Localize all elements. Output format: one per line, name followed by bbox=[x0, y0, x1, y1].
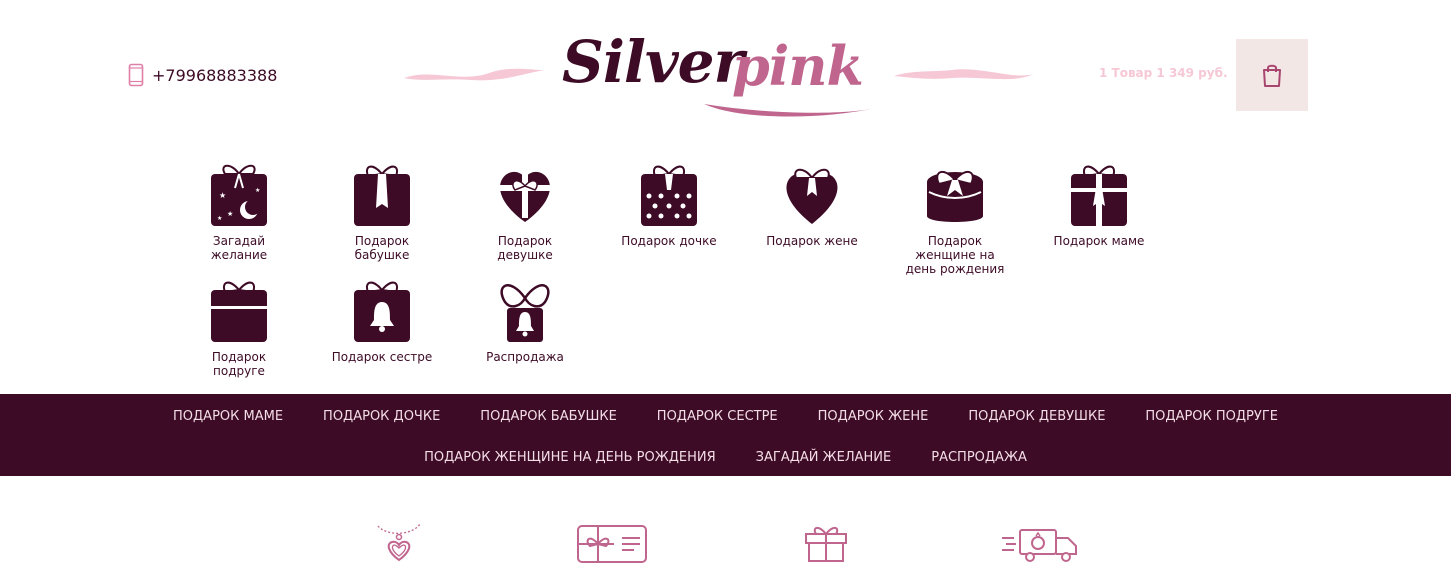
category-label: Подарок дочке bbox=[621, 234, 717, 248]
delivery-truck-icon bbox=[1002, 529, 1077, 562]
shopping-bag-icon bbox=[1263, 64, 1281, 87]
nav-item-grandma[interactable]: ПОДАРОК БАБУШКЕ bbox=[480, 409, 617, 424]
nav-item-sister[interactable]: ПОДАРОК СЕСТРЕ bbox=[657, 409, 778, 424]
logo-underline-flourish bbox=[704, 104, 876, 117]
cart-summary[interactable]: 1 Товар 1 349 руб. bbox=[1099, 66, 1228, 80]
plain-gift-box-icon bbox=[211, 281, 267, 342]
heart-bow-icon bbox=[786, 168, 838, 224]
nav-item-daughter[interactable]: ПОДАРОК ДОЧКЕ bbox=[323, 409, 440, 424]
category-daughter[interactable]: Подарок дочке bbox=[604, 160, 734, 248]
svg-text:★: ★ bbox=[219, 191, 226, 200]
category-label: Подарок подруге bbox=[211, 350, 267, 378]
gift-box-ribbon-icon bbox=[1071, 165, 1127, 226]
heart-gift-box-icon bbox=[497, 171, 553, 222]
category-wife[interactable]: Подарок жене bbox=[747, 160, 877, 248]
category-label: Подарок женщине на день рождения bbox=[905, 234, 1005, 276]
category-label: Распродажа bbox=[486, 350, 564, 364]
sale-gift-bell-icon bbox=[500, 284, 550, 342]
nav-item-woman-birthday[interactable]: ПОДАРОК ЖЕНЩИНЕ НА ДЕНЬ РОЖДЕНИЯ bbox=[424, 450, 716, 465]
svg-text:★: ★ bbox=[227, 210, 233, 218]
round-gift-box-icon bbox=[927, 170, 983, 222]
phone-number[interactable]: +79968883388 bbox=[152, 66, 277, 85]
gift-box-bell-icon bbox=[354, 281, 410, 342]
category-wish[interactable]: ★ ★ ★ ★ Загадай желание bbox=[174, 160, 304, 262]
nav-item-wife[interactable]: ПОДАРОК ЖЕНЕ bbox=[818, 409, 929, 424]
right-swoosh-decoration bbox=[894, 69, 1034, 80]
category-label: Подарок жене bbox=[766, 234, 858, 248]
heart-pendant-icon bbox=[377, 523, 421, 562]
category-grandma[interactable]: Подарок бабушке bbox=[317, 160, 447, 262]
svg-text:★: ★ bbox=[217, 215, 222, 222]
nav-item-mom[interactable]: ПОДАРОК МАМЕ bbox=[173, 409, 283, 424]
category-mom[interactable]: Подарок маме bbox=[1034, 160, 1164, 248]
category-friend[interactable]: Подарок подруге bbox=[174, 276, 304, 378]
category-label: Подарок девушке bbox=[497, 234, 553, 262]
phone-icon bbox=[128, 63, 144, 87]
left-swoosh-decoration bbox=[404, 68, 544, 81]
category-sister[interactable]: Подарок сестре bbox=[317, 276, 447, 364]
nav-item-friend[interactable]: ПОДАРОК ПОДРУГЕ bbox=[1145, 409, 1278, 424]
category-label: Подарок маме bbox=[1053, 234, 1145, 248]
logo-text-silver: Silver bbox=[562, 28, 744, 96]
nav-row: ПОДАРОК МАМЕ ПОДАРОК ДОЧКЕ ПОДАРОК БАБУШ… bbox=[0, 409, 1451, 424]
phone-contact[interactable]: +79968883388 bbox=[128, 63, 277, 87]
site-logo[interactable]: Silver pink bbox=[400, 24, 1040, 124]
logo-text-pink: pink bbox=[732, 34, 864, 98]
gift-box-stars-moon-icon: ★ ★ ★ ★ bbox=[211, 164, 267, 226]
cart-button[interactable] bbox=[1236, 39, 1308, 111]
svg-text:★: ★ bbox=[255, 187, 260, 194]
category-label: Подарок сестре bbox=[331, 350, 433, 364]
category-woman-birthday[interactable]: Подарок женщине на день рождения bbox=[890, 160, 1020, 276]
category-girlfriend[interactable]: Подарок девушке bbox=[460, 160, 590, 262]
category-label: Загадай желание bbox=[210, 234, 268, 262]
category-label: Подарок бабушке bbox=[354, 234, 410, 262]
nav-item-wish[interactable]: ЗАГАДАЙ ЖЕЛАНИЕ bbox=[756, 450, 892, 465]
gift-box-bow-icon bbox=[354, 165, 410, 226]
nav-item-sale[interactable]: РАСПРОДАЖА bbox=[931, 450, 1027, 465]
nav-row: ПОДАРОК ЖЕНЩИНЕ НА ДЕНЬ РОЖДЕНИЯ ЗАГАДАЙ… bbox=[0, 450, 1451, 465]
gift-card-icon bbox=[577, 525, 647, 563]
main-navigation: ПОДАРОК МАМЕ ПОДАРОК ДОЧКЕ ПОДАРОК БАБУШ… bbox=[0, 394, 1451, 476]
nav-item-girlfriend[interactable]: ПОДАРОК ДЕВУШКЕ bbox=[968, 409, 1105, 424]
polka-dot-gift-box-icon bbox=[641, 165, 697, 226]
gift-icon bbox=[805, 527, 847, 562]
category-sale[interactable]: Распродажа bbox=[460, 276, 590, 364]
